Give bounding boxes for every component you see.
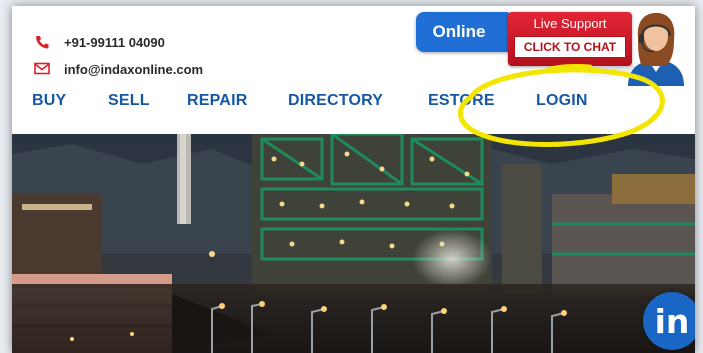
nav-item-directory[interactable]: DIRECTORY xyxy=(288,92,383,110)
envelope-icon xyxy=(34,62,52,76)
linkedin-label: in xyxy=(654,301,690,341)
email-address: info@indaxonline.com xyxy=(64,61,204,77)
live-support-title: Live Support xyxy=(533,16,607,31)
nav-item-buy[interactable]: BUY xyxy=(32,92,66,110)
nav-item-estore[interactable]: ESTORE xyxy=(428,92,495,110)
click-to-chat-button[interactable]: CLICK TO CHAT xyxy=(514,36,626,58)
main-navigation: BUY SELL REPAIR DIRECTORY ESTORE LOGIN xyxy=(12,92,695,116)
nav-item-repair[interactable]: REPAIR xyxy=(187,92,247,110)
phone-number: +91-99111 04090 xyxy=(64,34,165,50)
webpage: +91-99111 04090 info@indaxonline.com Onl… xyxy=(12,6,695,353)
online-label: Online xyxy=(432,22,486,41)
phone-icon xyxy=(34,35,52,49)
online-status-button[interactable]: Online xyxy=(416,12,514,52)
hero-image-industrial-plant xyxy=(12,134,695,353)
linkedin-icon[interactable]: in xyxy=(643,292,695,350)
contact-info: +91-99111 04090 info@indaxonline.com xyxy=(34,34,203,88)
nav-item-sell[interactable]: SELL xyxy=(108,92,150,110)
contact-phone-row[interactable]: +91-99111 04090 xyxy=(34,34,203,50)
nav-item-login[interactable]: LOGIN xyxy=(536,92,588,110)
screenshot-frame: +91-99111 04090 info@indaxonline.com Onl… xyxy=(0,0,703,353)
contact-email-row[interactable]: info@indaxonline.com xyxy=(34,61,203,77)
live-support-widget[interactable]: Live Support CLICK TO CHAT xyxy=(508,12,632,66)
support-agent-avatar xyxy=(628,12,684,86)
